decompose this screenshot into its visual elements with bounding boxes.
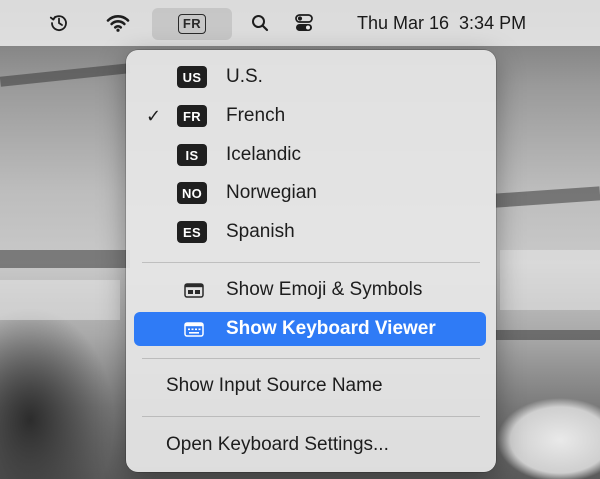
menu-item-label: Open Keyboard Settings... — [166, 434, 389, 455]
menu-item-label: Spanish — [226, 221, 295, 242]
time-machine-icon[interactable] — [44, 0, 74, 46]
time-label: 3:34 PM — [459, 12, 527, 33]
wallpaper-detail — [0, 250, 130, 268]
menu-item-us[interactable]: US U.S. — [134, 60, 486, 94]
date-label: Thu Mar 16 — [357, 12, 450, 33]
checkmark-icon: ✓ — [146, 105, 162, 126]
input-source-menu-button[interactable]: FR — [152, 8, 232, 40]
menu-item-show-emoji-symbols[interactable]: Show Emoji & Symbols — [134, 273, 486, 307]
keyboard-viewer-icon — [184, 321, 204, 337]
search-icon[interactable] — [246, 0, 274, 46]
wallpaper-detail — [0, 280, 120, 320]
input-source-badge-fr: FR — [177, 105, 207, 127]
screen: FR Thu Mar 16 3:34 PM US U.S. ✓ FR Frenc… — [0, 0, 600, 479]
menu-separator — [142, 358, 480, 359]
wallpaper-detail — [500, 250, 600, 310]
menu-item-label: Norwegian — [226, 182, 317, 203]
input-source-menu: US U.S. ✓ FR French IS Icelandic NO Norw… — [126, 50, 496, 472]
date-time[interactable]: Thu Mar 16 3:34 PM — [357, 0, 526, 46]
input-source-badge-is: IS — [177, 144, 207, 166]
menu-item-label: U.S. — [226, 66, 263, 87]
menu-item-label: Show Input Source Name — [166, 375, 383, 396]
menu-item-label: Show Keyboard Viewer — [226, 318, 436, 339]
control-center-icon[interactable] — [289, 0, 319, 46]
wallpaper-detail — [495, 330, 600, 340]
menu-item-french[interactable]: ✓ FR French — [134, 99, 486, 133]
menu-item-spanish[interactable]: ES Spanish — [134, 215, 486, 249]
menu-item-icelandic[interactable]: IS Icelandic — [134, 138, 486, 172]
menu-bar: FR Thu Mar 16 3:34 PM — [0, 0, 600, 46]
input-source-badge: FR — [177, 14, 207, 34]
menu-item-norwegian[interactable]: NO Norwegian — [134, 176, 486, 210]
input-source-badge-no: NO — [177, 182, 207, 204]
menu-item-show-keyboard-viewer[interactable]: Show Keyboard Viewer — [134, 312, 486, 346]
input-source-badge-es: ES — [177, 221, 207, 243]
input-source-badge-us: US — [177, 66, 207, 88]
emoji-symbols-icon — [184, 282, 204, 298]
menu-item-open-keyboard-settings[interactable]: Open Keyboard Settings... — [134, 428, 486, 462]
wifi-icon[interactable] — [101, 0, 135, 46]
menu-separator — [142, 416, 480, 417]
menu-item-label: Icelandic — [226, 144, 301, 165]
menu-item-show-input-source-name[interactable]: Show Input Source Name — [134, 369, 486, 403]
menu-item-label: Show Emoji & Symbols — [226, 279, 423, 300]
menu-item-label: French — [226, 105, 286, 126]
menu-separator — [142, 262, 480, 263]
